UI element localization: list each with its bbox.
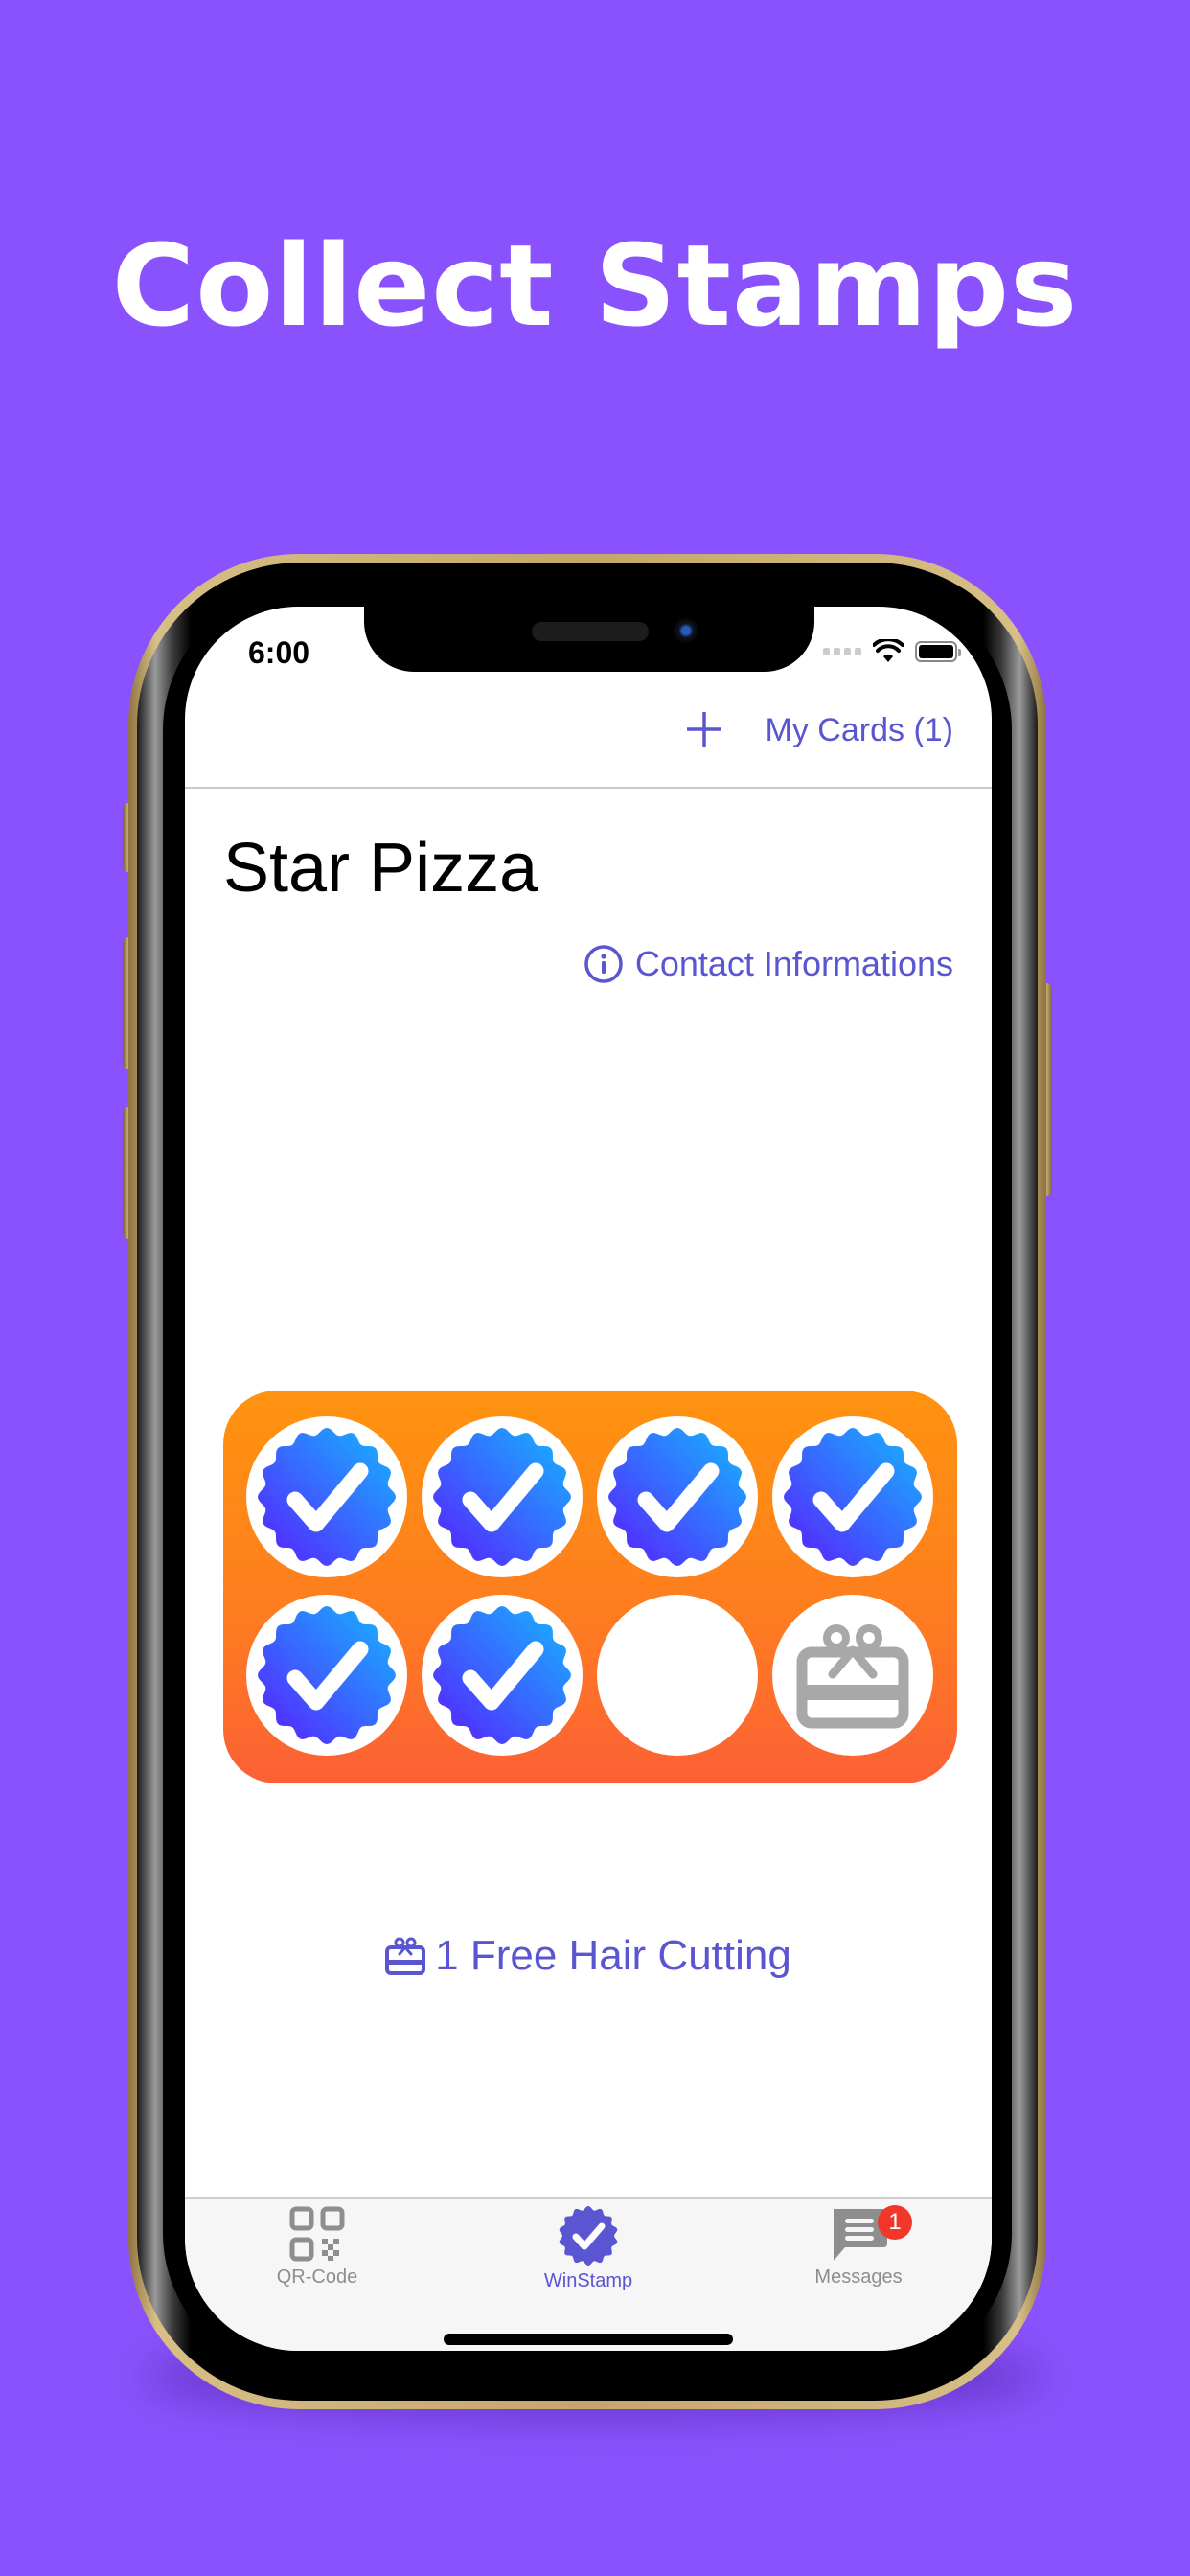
tab-messages[interactable]: 1 Messages: [763, 2205, 954, 2288]
tab-winstamp[interactable]: WinStamp: [492, 2205, 684, 2292]
tab-qr-code-label: QR-Code: [276, 2266, 358, 2288]
info-circle-icon: [584, 945, 623, 983]
contact-informations-link[interactable]: Contact Informations: [584, 944, 953, 984]
verified-badge-icon: [559, 2206, 618, 2266]
tab-messages-label: Messages: [814, 2266, 903, 2288]
stamp-slot-empty: [597, 1595, 758, 1756]
stamp-slot-stamped: [422, 1416, 583, 1577]
verified-badge-icon: [258, 1606, 396, 1744]
store-name: Star Pizza: [223, 830, 538, 907]
contact-informations-label: Contact Informations: [634, 944, 953, 983]
reward-label: 1 Free Hair Cutting: [435, 1932, 791, 1979]
stamp-slot-stamped: [246, 1595, 407, 1756]
verified-badge-icon: [784, 1428, 922, 1566]
wifi-icon: [873, 639, 904, 662]
tab-winstamp-label: WinStamp: [543, 2270, 633, 2291]
my-cards-button[interactable]: My Cards (1): [766, 712, 953, 749]
stamp-card: [223, 1391, 957, 1783]
speaker: [532, 622, 649, 641]
reward-info: 1 Free Hair Cutting: [185, 1932, 992, 1980]
phone-screen: 6:00 My Cards (1) Star Pizza Contact Inf…: [185, 607, 992, 2351]
stamp-slot-stamped: [246, 1416, 407, 1577]
verified-badge-icon: [608, 1428, 746, 1566]
verified-badge-icon: [258, 1428, 396, 1566]
verified-badge-icon: [433, 1606, 571, 1744]
stamp-slot-stamped: [597, 1416, 758, 1577]
gift-card-icon: [796, 1624, 909, 1729]
tab-bar: QR-Code WinStamp 1 Messages: [185, 2197, 992, 2351]
battery-icon: [915, 641, 961, 662]
tab-qr-code[interactable]: QR-Code: [221, 2205, 413, 2288]
status-icons: [823, 639, 961, 664]
signal-icon: [823, 648, 861, 656]
home-indicator[interactable]: [444, 2334, 733, 2345]
navigation-bar: My Cards (1): [185, 683, 992, 789]
promo-headline: Collect Stamps: [111, 219, 1079, 352]
messages-badge: 1: [878, 2205, 912, 2240]
qr-code-icon: [289, 2206, 345, 2262]
stamp-slot-stamped: [772, 1416, 933, 1577]
stamp-slot-reward: [772, 1595, 933, 1756]
verified-badge-icon: [433, 1428, 571, 1566]
status-time: 6:00: [248, 635, 310, 670]
gift-card-icon: [385, 1937, 426, 1975]
stamp-slot-stamped: [422, 1595, 583, 1756]
plus-icon[interactable]: [683, 708, 725, 750]
front-camera: [674, 618, 698, 643]
